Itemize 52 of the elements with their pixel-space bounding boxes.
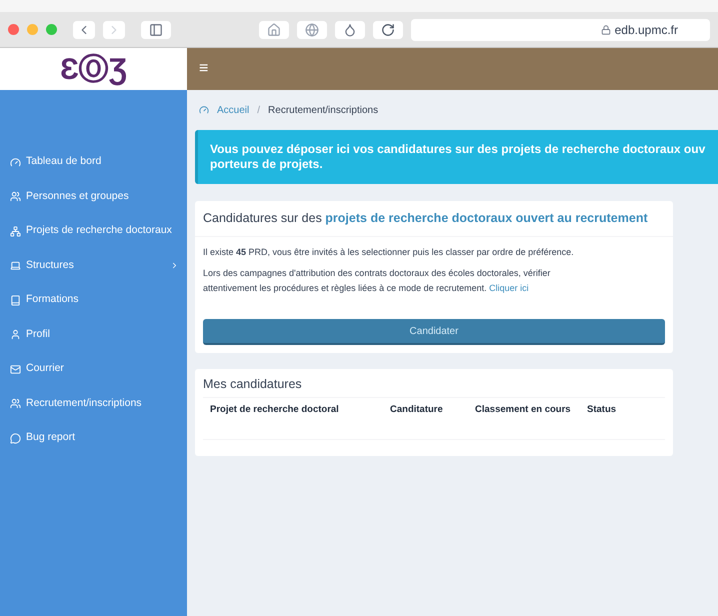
info-paragraph: Il existe 45 PRD, vous être invités à les selectionner puis les classer par ordre de préférence. — [203, 246, 575, 259]
sidebar-item[interactable]: Courrier — [0, 352, 187, 386]
sidebar-item-icon — [10, 156, 21, 168]
sidebar-item[interactable]: Personnes et groupes — [0, 180, 187, 214]
sidebar-item[interactable]: Tableau de bord — [0, 145, 187, 180]
back-button[interactable] — [73, 20, 95, 38]
reload-icon — [381, 22, 395, 36]
globe-button[interactable] — [297, 20, 327, 38]
sidebar-item[interactable]: Structures — [0, 248, 187, 283]
sidebar-toggle-button[interactable] — [141, 20, 171, 38]
column-header: Classement en cours — [475, 403, 572, 417]
globe-icon — [305, 22, 319, 36]
sidebar-item-icon — [10, 260, 21, 272]
sidebar-item-icon — [10, 191, 21, 202]
more-link[interactable]: Cliquer ici — [489, 282, 529, 293]
applications-title: Mes candidatures — [203, 375, 665, 398]
home-icon — [267, 22, 281, 36]
dashboard-icon — [199, 105, 209, 115]
sidebar-item-icon — [10, 364, 21, 375]
sidebar-item[interactable]: Formations — [0, 283, 187, 318]
address-bar[interactable]: edb.upmc.fr — [411, 18, 710, 40]
sidebar-item-icon — [10, 398, 21, 410]
sidebar-item[interactable]: Bug report — [0, 421, 187, 456]
sidebar-item[interactable]: Profil — [0, 318, 187, 352]
menu-button[interactable]: ≡ — [199, 57, 208, 81]
sidebar-item[interactable]: Recrutement/inscriptions — [0, 386, 187, 421]
apply-button[interactable]: Candidater — [203, 319, 665, 346]
home-button[interactable] — [259, 20, 289, 38]
breadcrumb-link[interactable]: Accueil — [217, 102, 250, 118]
logo: ƐⓄƷ — [60, 52, 128, 88]
column-header: Status — [587, 403, 618, 417]
sidebar-item[interactable]: Projets de recherche doctoraux — [0, 214, 187, 248]
column-header: Canditature — [390, 403, 444, 417]
sidebar-item-icon — [10, 226, 21, 237]
lock-icon — [600, 24, 611, 34]
info-paragraph: Lors des campagnes d'attribution des contrats doctoraux des écoles doctorales, vérifier attentivement les procédures et règles liées à ce mode de recrutement. Cliquer ici — [203, 266, 552, 295]
breadcrumb-current: Recrutement/inscriptions — [268, 104, 378, 118]
minimize-window-icon[interactable] — [27, 24, 38, 35]
maximize-window-icon[interactable] — [46, 24, 57, 35]
droplet-icon — [343, 22, 357, 36]
droplet-button[interactable] — [335, 20, 365, 38]
column-header: Projet de recherche doctoral — [210, 403, 340, 417]
sidebar-item-icon — [10, 329, 21, 340]
url-text: edb.upmc.fr — [614, 22, 678, 38]
info-alert: Vous pouvez déposer ici vos candidatures sur des projets de recherche doctoraux ouv porteurs de projets. — [195, 130, 718, 184]
card-title: Candidatures sur des projets de recherche doctoraux ouvert au recrutement — [195, 201, 673, 237]
sidebar-item-icon — [10, 294, 21, 306]
sidebar-icon — [149, 22, 163, 36]
sidebar-item-icon — [10, 432, 21, 444]
close-window-icon[interactable] — [8, 24, 19, 35]
reload-button[interactable] — [373, 20, 403, 38]
breadcrumb-separator: / — [257, 104, 260, 118]
